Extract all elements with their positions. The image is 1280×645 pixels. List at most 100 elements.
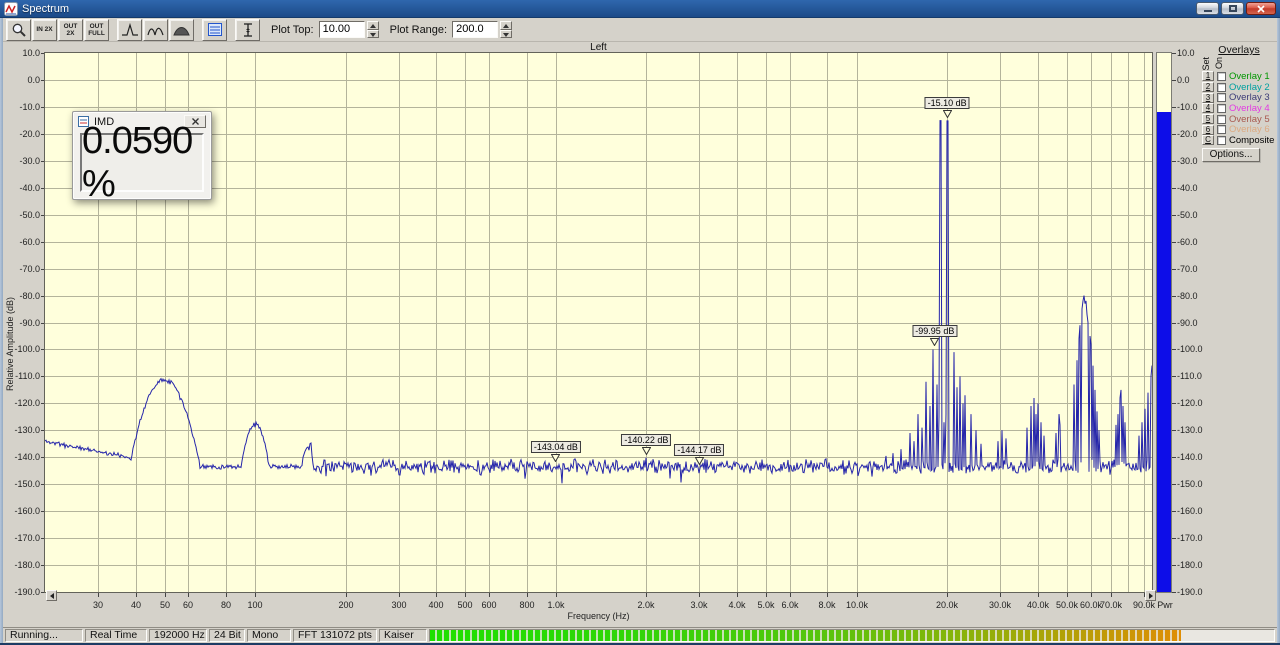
spinner-up-icon[interactable] bbox=[500, 21, 513, 30]
spinner-up-icon[interactable] bbox=[366, 21, 379, 30]
right-axis-tick-label: -50.0 bbox=[1177, 209, 1198, 220]
overlay-set-button-2[interactable]: 2 bbox=[1202, 82, 1214, 93]
close-button[interactable] bbox=[1246, 2, 1276, 15]
axis-tick bbox=[1172, 457, 1176, 459]
imd-window: IMD 0.0590 % bbox=[72, 111, 212, 205]
zoom-out-2x-label: OUT 2X bbox=[63, 22, 78, 37]
overlay-on-checkbox-3[interactable] bbox=[1217, 93, 1226, 103]
overlay-set-button-4[interactable]: 4 bbox=[1202, 103, 1214, 114]
cursor-reading-button[interactable] bbox=[235, 18, 260, 41]
zoom-tool-button[interactable] bbox=[6, 18, 31, 41]
scroll-right-button[interactable] bbox=[1145, 590, 1156, 601]
axis-tick bbox=[857, 593, 858, 597]
right-axis-tick-label: -150.0 bbox=[1177, 479, 1203, 490]
axis-tick bbox=[1111, 593, 1112, 597]
y-axis-tick-label: -170.0 bbox=[14, 533, 40, 544]
display-settings-button[interactable] bbox=[202, 18, 227, 41]
zoom-in-2x-button[interactable]: IN 2X bbox=[32, 18, 57, 41]
zoom-out-full-button[interactable]: OUT FULL bbox=[84, 18, 109, 41]
overlay-on-checkbox-2[interactable] bbox=[1217, 82, 1226, 92]
overlay-on-checkbox-4[interactable] bbox=[1217, 103, 1226, 113]
plot-top-spinner[interactable] bbox=[366, 21, 379, 38]
right-axis-tick-label: -190.0 bbox=[1177, 587, 1203, 597]
status-bit-depth: 24 Bit bbox=[209, 629, 245, 642]
zoom-in-2x-label: IN 2X bbox=[36, 26, 53, 33]
peak-curve-icon bbox=[121, 22, 138, 36]
overlays-panel: Overlays Set On 1 Overlay 1 2 Overlay 2 … bbox=[1200, 44, 1278, 162]
y-axis-tick-label: 10.0 bbox=[22, 48, 40, 58]
plot-client-area: Left Relative Amplitude (dB) 10.0 10.0 0.0… bbox=[0, 42, 1280, 628]
y-axis-tick-label: -180.0 bbox=[14, 560, 40, 571]
status-sample-rate: 192000 Hz bbox=[149, 629, 207, 642]
spinner-down-icon[interactable] bbox=[500, 29, 513, 38]
spinner-down-icon[interactable] bbox=[366, 29, 379, 38]
right-axis-tick-label: -90.0 bbox=[1177, 317, 1198, 328]
overlay-label-1: Overlay 1 bbox=[1229, 70, 1270, 82]
filled-curve-button[interactable] bbox=[169, 18, 194, 41]
axis-tick bbox=[1172, 403, 1176, 405]
axis-tick bbox=[1172, 79, 1176, 81]
overlay-label-4: Overlay 4 bbox=[1229, 102, 1270, 114]
arrow-left-icon bbox=[49, 592, 54, 599]
x-axis-title: Frequency (Hz) bbox=[567, 611, 630, 621]
y-axis-tick-label: -190.0 bbox=[14, 587, 40, 597]
zoom-out-full-label: OUT FULL bbox=[88, 22, 105, 37]
axis-tick bbox=[1000, 593, 1001, 597]
x-axis-tick-label: 4.0k bbox=[728, 600, 746, 610]
axis-tick bbox=[1172, 538, 1176, 540]
y-axis-tick-label: -30.0 bbox=[19, 155, 40, 166]
plot-range-input[interactable]: 200.0 bbox=[452, 21, 499, 38]
overlay-set-button-6[interactable]: 6 bbox=[1202, 124, 1214, 135]
x-axis-tick-label: 6.0k bbox=[781, 600, 799, 610]
overlay-row: 5 Overlay 5 bbox=[1202, 114, 1278, 125]
app-icon bbox=[4, 1, 18, 16]
window-titlebar[interactable]: Spectrum bbox=[0, 0, 1280, 18]
y-axis-tick-label: -160.0 bbox=[14, 506, 40, 517]
axis-tick bbox=[1091, 593, 1092, 597]
right-axis-tick-label: -170.0 bbox=[1177, 533, 1203, 544]
overlay-row: 1 Overlay 1 bbox=[1202, 71, 1278, 82]
right-axis-tick-label: -180.0 bbox=[1177, 560, 1203, 571]
overlay-on-checkbox-6[interactable] bbox=[1217, 125, 1226, 135]
axis-tick bbox=[188, 593, 189, 597]
axis-tick bbox=[1172, 511, 1176, 513]
x-axis-tick-label: 30.0k bbox=[988, 600, 1012, 610]
maximize-button[interactable] bbox=[1221, 2, 1244, 15]
overlay-on-checkbox-1[interactable] bbox=[1217, 71, 1226, 81]
overlay-row: C Composite bbox=[1202, 135, 1278, 146]
overlay-on-checkbox-composite[interactable] bbox=[1217, 135, 1226, 145]
peak-curve-button[interactable] bbox=[117, 18, 142, 41]
overlay-set-button-composite[interactable]: C bbox=[1202, 135, 1214, 146]
window-controls bbox=[1196, 2, 1276, 15]
close-icon bbox=[1257, 4, 1265, 13]
plot-range-spinner[interactable] bbox=[500, 21, 513, 38]
smooth-curve-button[interactable] bbox=[143, 18, 168, 41]
power-bar-fill bbox=[1157, 112, 1171, 592]
status-window-function: Kaiser bbox=[379, 629, 427, 642]
plot-top-input[interactable]: 10.00 bbox=[318, 21, 365, 38]
overlay-set-button-3[interactable]: 3 bbox=[1202, 92, 1214, 103]
axis-tick bbox=[98, 593, 99, 597]
overlay-row: 2 Overlay 2 bbox=[1202, 82, 1278, 93]
axis-tick bbox=[165, 593, 166, 597]
minimize-icon bbox=[1203, 9, 1212, 12]
axis-tick bbox=[226, 593, 227, 597]
overlay-set-button-5[interactable]: 5 bbox=[1202, 114, 1214, 125]
axis-tick bbox=[1038, 593, 1039, 597]
options-button[interactable]: Options... bbox=[1202, 148, 1260, 162]
overlay-set-button-1[interactable]: 1 bbox=[1202, 71, 1214, 82]
level-progress-fill bbox=[430, 630, 1182, 641]
axis-tick bbox=[1172, 376, 1176, 378]
axis-tick bbox=[737, 593, 738, 597]
scroll-left-button[interactable] bbox=[46, 590, 57, 601]
axis-tick bbox=[1172, 349, 1176, 351]
axis-tick bbox=[790, 593, 791, 597]
zoom-out-2x-button[interactable]: OUT 2X bbox=[58, 18, 83, 41]
minimize-button[interactable] bbox=[1196, 2, 1219, 15]
overlay-on-checkbox-5[interactable] bbox=[1217, 114, 1226, 124]
x-axis-tick-label: 50 bbox=[159, 600, 170, 610]
overlay-label-2: Overlay 2 bbox=[1229, 81, 1270, 93]
y-axis-tick-label: -150.0 bbox=[14, 479, 40, 490]
y-axis-tick-label: -140.0 bbox=[14, 452, 40, 463]
axis-tick bbox=[1172, 268, 1176, 270]
